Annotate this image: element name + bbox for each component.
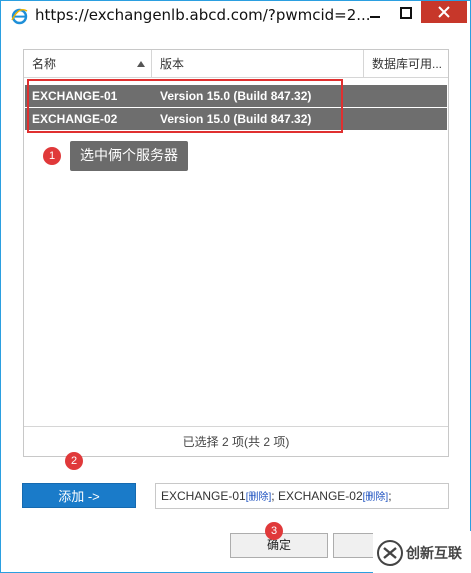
step-1-badge: 1	[43, 147, 61, 165]
step-2-badge: 2	[65, 452, 83, 470]
delete-link[interactable]: [删除]	[246, 492, 272, 503]
step-1-callout: 选中俩个服务器	[70, 141, 188, 171]
column-header-database-label: 数据库可用...	[372, 57, 443, 71]
selected-item-label: EXCHANGE-02	[277, 489, 363, 503]
column-header-name-label: 名称	[32, 57, 57, 71]
delete-link[interactable]: [删除]	[363, 492, 389, 503]
brand-logo-icon	[377, 539, 403, 566]
dialog-window: https://exchangenlb.abcd.com/?pwmcid=2..…	[0, 0, 471, 573]
step-3-badge: 3	[265, 522, 283, 540]
close-button[interactable]	[421, 1, 467, 23]
selected-terminator: ;	[388, 489, 392, 503]
watermark-text: 创新互联	[406, 545, 462, 562]
selection-highlight-annotation	[27, 79, 343, 133]
minimize-button[interactable]	[363, 3, 387, 23]
column-header-version[interactable]: 版本	[152, 50, 364, 78]
column-header-version-label: 版本	[160, 57, 185, 71]
internet-explorer-icon	[11, 8, 28, 25]
add-button[interactable]: 添加 ->	[22, 483, 136, 508]
close-icon	[438, 6, 450, 18]
watermark-logo: 创新互联	[373, 531, 471, 573]
column-header-name[interactable]: 名称	[24, 50, 152, 78]
selected-item-label: EXCHANGE-01	[161, 489, 246, 503]
selected-servers-field[interactable]: EXCHANGE-01[删除]; EXCHANGE-02[删除];	[155, 483, 449, 509]
window-title: https://exchangenlb.abcd.com/?pwmcid=2..…	[35, 6, 371, 24]
maximize-button[interactable]	[394, 3, 418, 23]
selection-status: 已选择 2 项(共 2 项)	[24, 426, 448, 456]
grid-header: 名称 版本 数据库可用...	[24, 50, 448, 78]
minimize-icon	[370, 16, 380, 18]
column-header-database[interactable]: 数据库可用...	[364, 50, 448, 78]
selected-separator: ;	[271, 489, 278, 503]
maximize-icon	[400, 7, 412, 19]
sort-ascending-icon	[137, 61, 145, 67]
title-bar: https://exchangenlb.abcd.com/?pwmcid=2..…	[1, 1, 470, 31]
